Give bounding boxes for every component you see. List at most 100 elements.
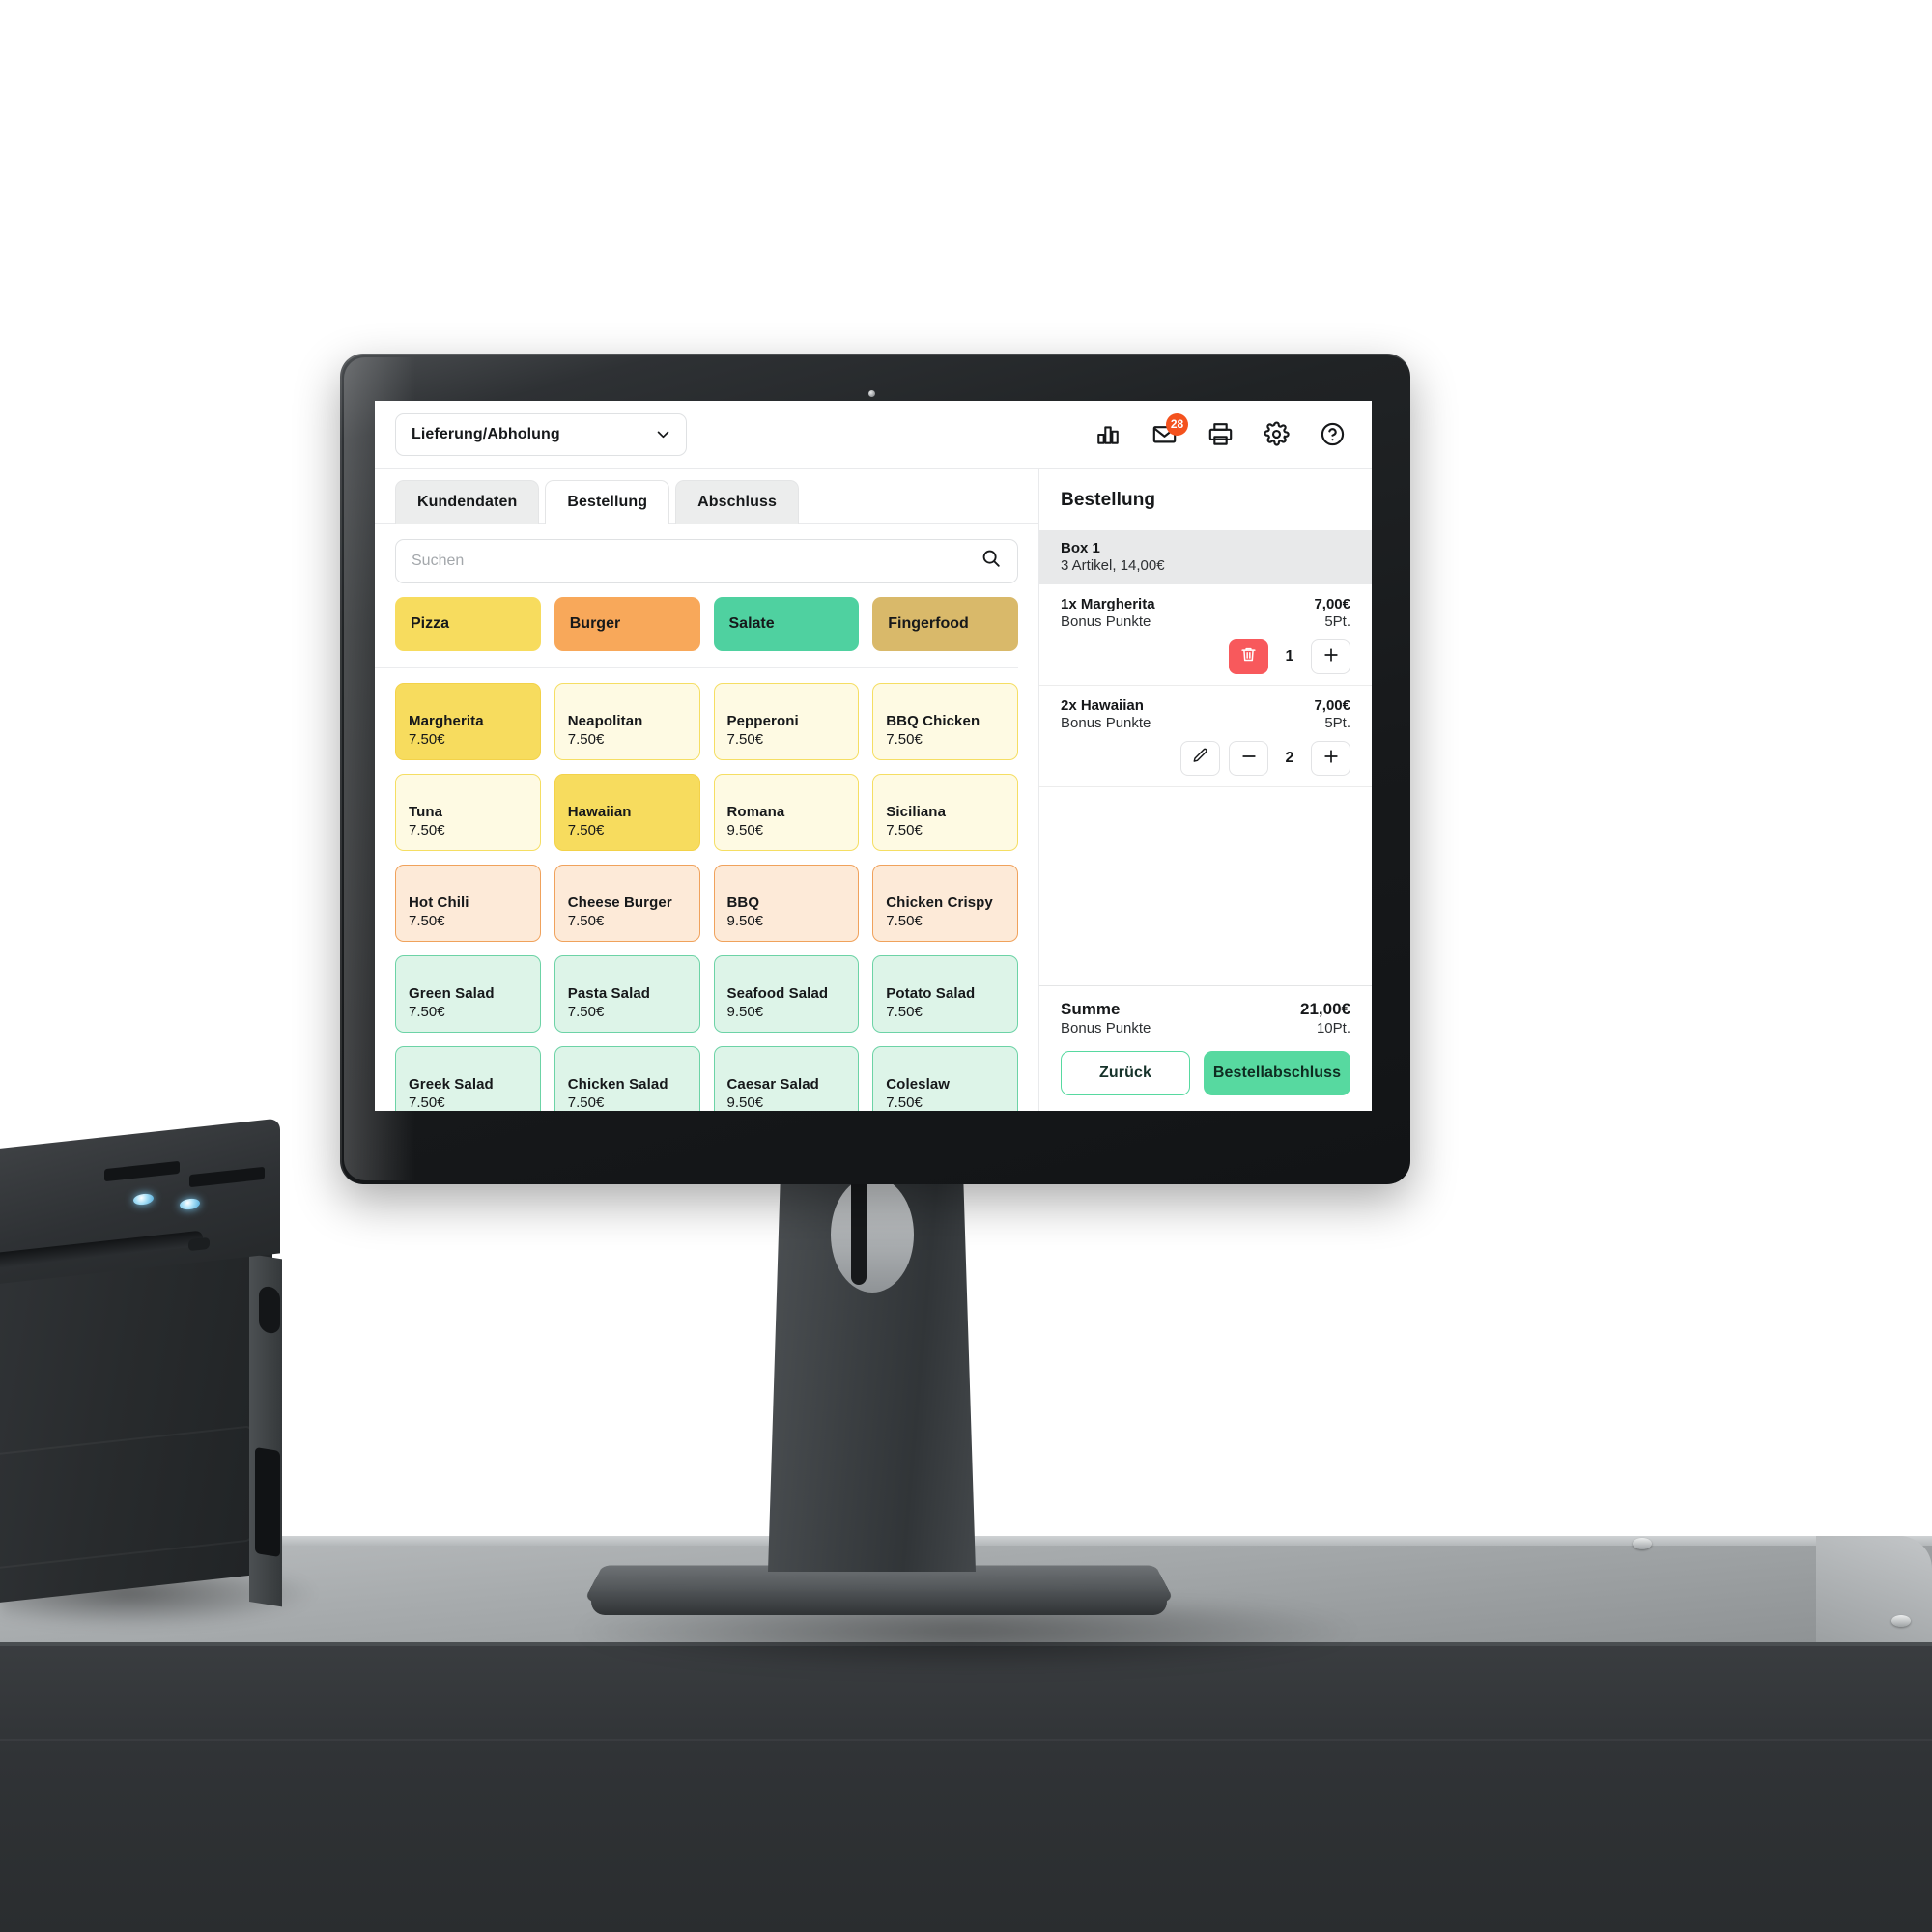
product-tile[interactable]: Cheese Burger 7.50€	[554, 864, 700, 942]
search-icon[interactable]	[980, 548, 1002, 574]
product-price: 7.50€	[567, 821, 605, 838]
envelope-icon[interactable]: 28	[1150, 412, 1188, 449]
finish-order-button[interactable]: Bestellabschluss	[1204, 1051, 1350, 1095]
order-panel-title: Bestellung	[1061, 490, 1156, 510]
order-box-row[interactable]: Box 1 3 Artikel, 14,00€	[1039, 530, 1372, 584]
product-price: 7.50€	[409, 730, 445, 748]
product-name: Seafood Salad	[726, 985, 829, 1003]
product-price: 9.50€	[726, 912, 764, 929]
product-tile[interactable]: BBQ Chicken 7.50€	[872, 682, 1018, 760]
product-tile[interactable]: Hawaiian 7.50€	[554, 773, 700, 851]
product-tile[interactable]: Pasta Salad 7.50€	[554, 954, 700, 1033]
search-box[interactable]	[395, 538, 1018, 583]
app-body: Kundendaten Bestellung Abschluss Suchen …	[375, 469, 1372, 1111]
order-item-price: 7,00€	[1314, 697, 1350, 714]
product-grid: Margherita 7.50€ Neapolitan 7.50€ Pepperoni 7…	[395, 668, 1018, 1111]
order-item-quantity: 2	[1285, 750, 1294, 766]
envelope-badge: 28	[1166, 412, 1188, 436]
tab-label: Kundendaten	[417, 494, 518, 510]
product-name: Pepperoni	[726, 713, 799, 730]
product-price: 7.50€	[886, 1003, 923, 1020]
product-price: 7.50€	[567, 912, 605, 929]
printer-icon[interactable]	[1206, 420, 1235, 449]
product-tile[interactable]: Caesar Salad 9.50€	[713, 1045, 860, 1111]
product-name: Siciliana	[886, 804, 947, 821]
order-type-dropdown[interactable]: Lieferung/Abholung	[395, 412, 687, 456]
category-button-fingerfood[interactable]: Fingerfood	[872, 596, 1018, 651]
product-name: Chicken Salad	[567, 1076, 668, 1094]
help-icon[interactable]	[1318, 420, 1347, 449]
product-tile[interactable]: BBQ 9.50€	[713, 864, 860, 942]
order-item: 1x Margherita 7,00€ Bonus Punkte 5Pt. 1	[1039, 584, 1372, 686]
delete-item-button[interactable]	[1229, 639, 1268, 674]
tab-bestellung[interactable]: Bestellung	[545, 480, 670, 524]
summary-total-row: Summe 21,00€	[1061, 1000, 1350, 1019]
catalog-pane: Kundendaten Bestellung Abschluss Suchen …	[375, 469, 1039, 1111]
product-tile[interactable]: Hot Chili 7.50€	[395, 864, 541, 942]
product-price: 7.50€	[409, 912, 445, 929]
counter-top-corner	[1816, 1536, 1932, 1647]
product-tile[interactable]: Potato Salad 7.50€	[872, 954, 1018, 1033]
product-tile[interactable]: Chicken Salad 7.50€	[554, 1045, 700, 1111]
back-button[interactable]: Zurück	[1061, 1051, 1190, 1095]
header-icon-group: 28	[1094, 412, 1347, 449]
product-tile[interactable]: Margherita 7.50€	[395, 682, 541, 760]
increase-quantity-button[interactable]	[1311, 639, 1350, 674]
order-item-points: 5Pt.	[1324, 715, 1350, 731]
product-price: 7.50€	[409, 821, 445, 838]
product-tile[interactable]: Seafood Salad 9.50€	[713, 954, 860, 1033]
product-tile[interactable]: Romana 9.50€	[713, 773, 860, 851]
search-section	[375, 524, 1038, 583]
monitor-cable-hole	[831, 1177, 914, 1293]
order-item-bonus-label: Bonus Punkte	[1061, 613, 1151, 630]
product-price: 9.50€	[726, 1094, 764, 1111]
category-button-pizza[interactable]: Pizza	[395, 596, 541, 651]
product-name: Romana	[726, 804, 785, 821]
bar-chart-icon[interactable]	[1094, 420, 1122, 449]
product-price: 9.50€	[726, 821, 764, 838]
app-header: Lieferung/Abholung 28	[375, 401, 1372, 469]
product-name: Greek Salad	[409, 1076, 494, 1094]
product-tile[interactable]: Neapolitan 7.50€	[554, 682, 700, 760]
product-name: Green Salad	[409, 985, 495, 1003]
tab-kundendaten[interactable]: Kundendaten	[395, 480, 540, 524]
counter-screw	[1891, 1615, 1911, 1627]
order-panel: Bestellung Box 1 3 Artikel, 14,00€ 1x Ma…	[1039, 469, 1372, 1111]
plus-icon	[1321, 645, 1341, 669]
product-tile[interactable]: Greek Salad 7.50€	[395, 1045, 541, 1111]
product-tile[interactable]: Chicken Crispy 7.50€	[872, 864, 1018, 942]
edit-item-button[interactable]	[1180, 741, 1220, 776]
product-tile[interactable]: Green Salad 7.50€	[395, 954, 541, 1033]
product-name: Neapolitan	[567, 713, 643, 730]
product-name: Cheese Burger	[567, 895, 672, 912]
increase-quantity-button[interactable]	[1311, 741, 1350, 776]
product-price: 7.50€	[886, 821, 923, 838]
order-item-quantity: 1	[1285, 648, 1294, 665]
decrease-quantity-button[interactable]	[1229, 741, 1268, 776]
category-button-salate[interactable]: Salate	[713, 596, 860, 651]
gear-icon[interactable]	[1262, 420, 1291, 449]
product-price: 7.50€	[409, 1003, 445, 1020]
order-item-price: 7,00€	[1314, 596, 1350, 612]
product-tile[interactable]: Tuna 7.50€	[395, 773, 541, 851]
product-name: BBQ	[726, 895, 760, 912]
order-type-label: Lieferung/Abholung	[412, 425, 560, 442]
product-grid-scroll[interactable]: Margherita 7.50€ Neapolitan 7.50€ Pepperoni 7…	[375, 668, 1038, 1111]
search-input[interactable]	[412, 552, 980, 570]
order-item-name: 1x Margherita	[1061, 596, 1155, 612]
summary-bonus-points: 10Pt.	[1316, 1020, 1350, 1037]
product-tile[interactable]: Pepperoni 7.50€	[713, 682, 860, 760]
order-item-controls: 2	[1061, 741, 1350, 776]
category-label: Salate	[728, 614, 775, 632]
order-item: 2x Hawaiian 7,00€ Bonus Punkte 5Pt. 2	[1039, 686, 1372, 787]
tab-label: Abschluss	[697, 494, 777, 510]
product-price: 7.50€	[886, 1094, 923, 1111]
category-label: Burger	[569, 614, 621, 632]
product-tile[interactable]: Siciliana 7.50€	[872, 773, 1018, 851]
product-tile[interactable]: Coleslaw 7.50€	[872, 1045, 1018, 1111]
summary-total: 21,00€	[1300, 1000, 1350, 1018]
tab-abschluss[interactable]: Abschluss	[675, 480, 799, 524]
order-item-points: 5Pt.	[1324, 613, 1350, 630]
category-button-burger[interactable]: Burger	[554, 596, 700, 651]
product-price: 7.50€	[726, 730, 764, 748]
